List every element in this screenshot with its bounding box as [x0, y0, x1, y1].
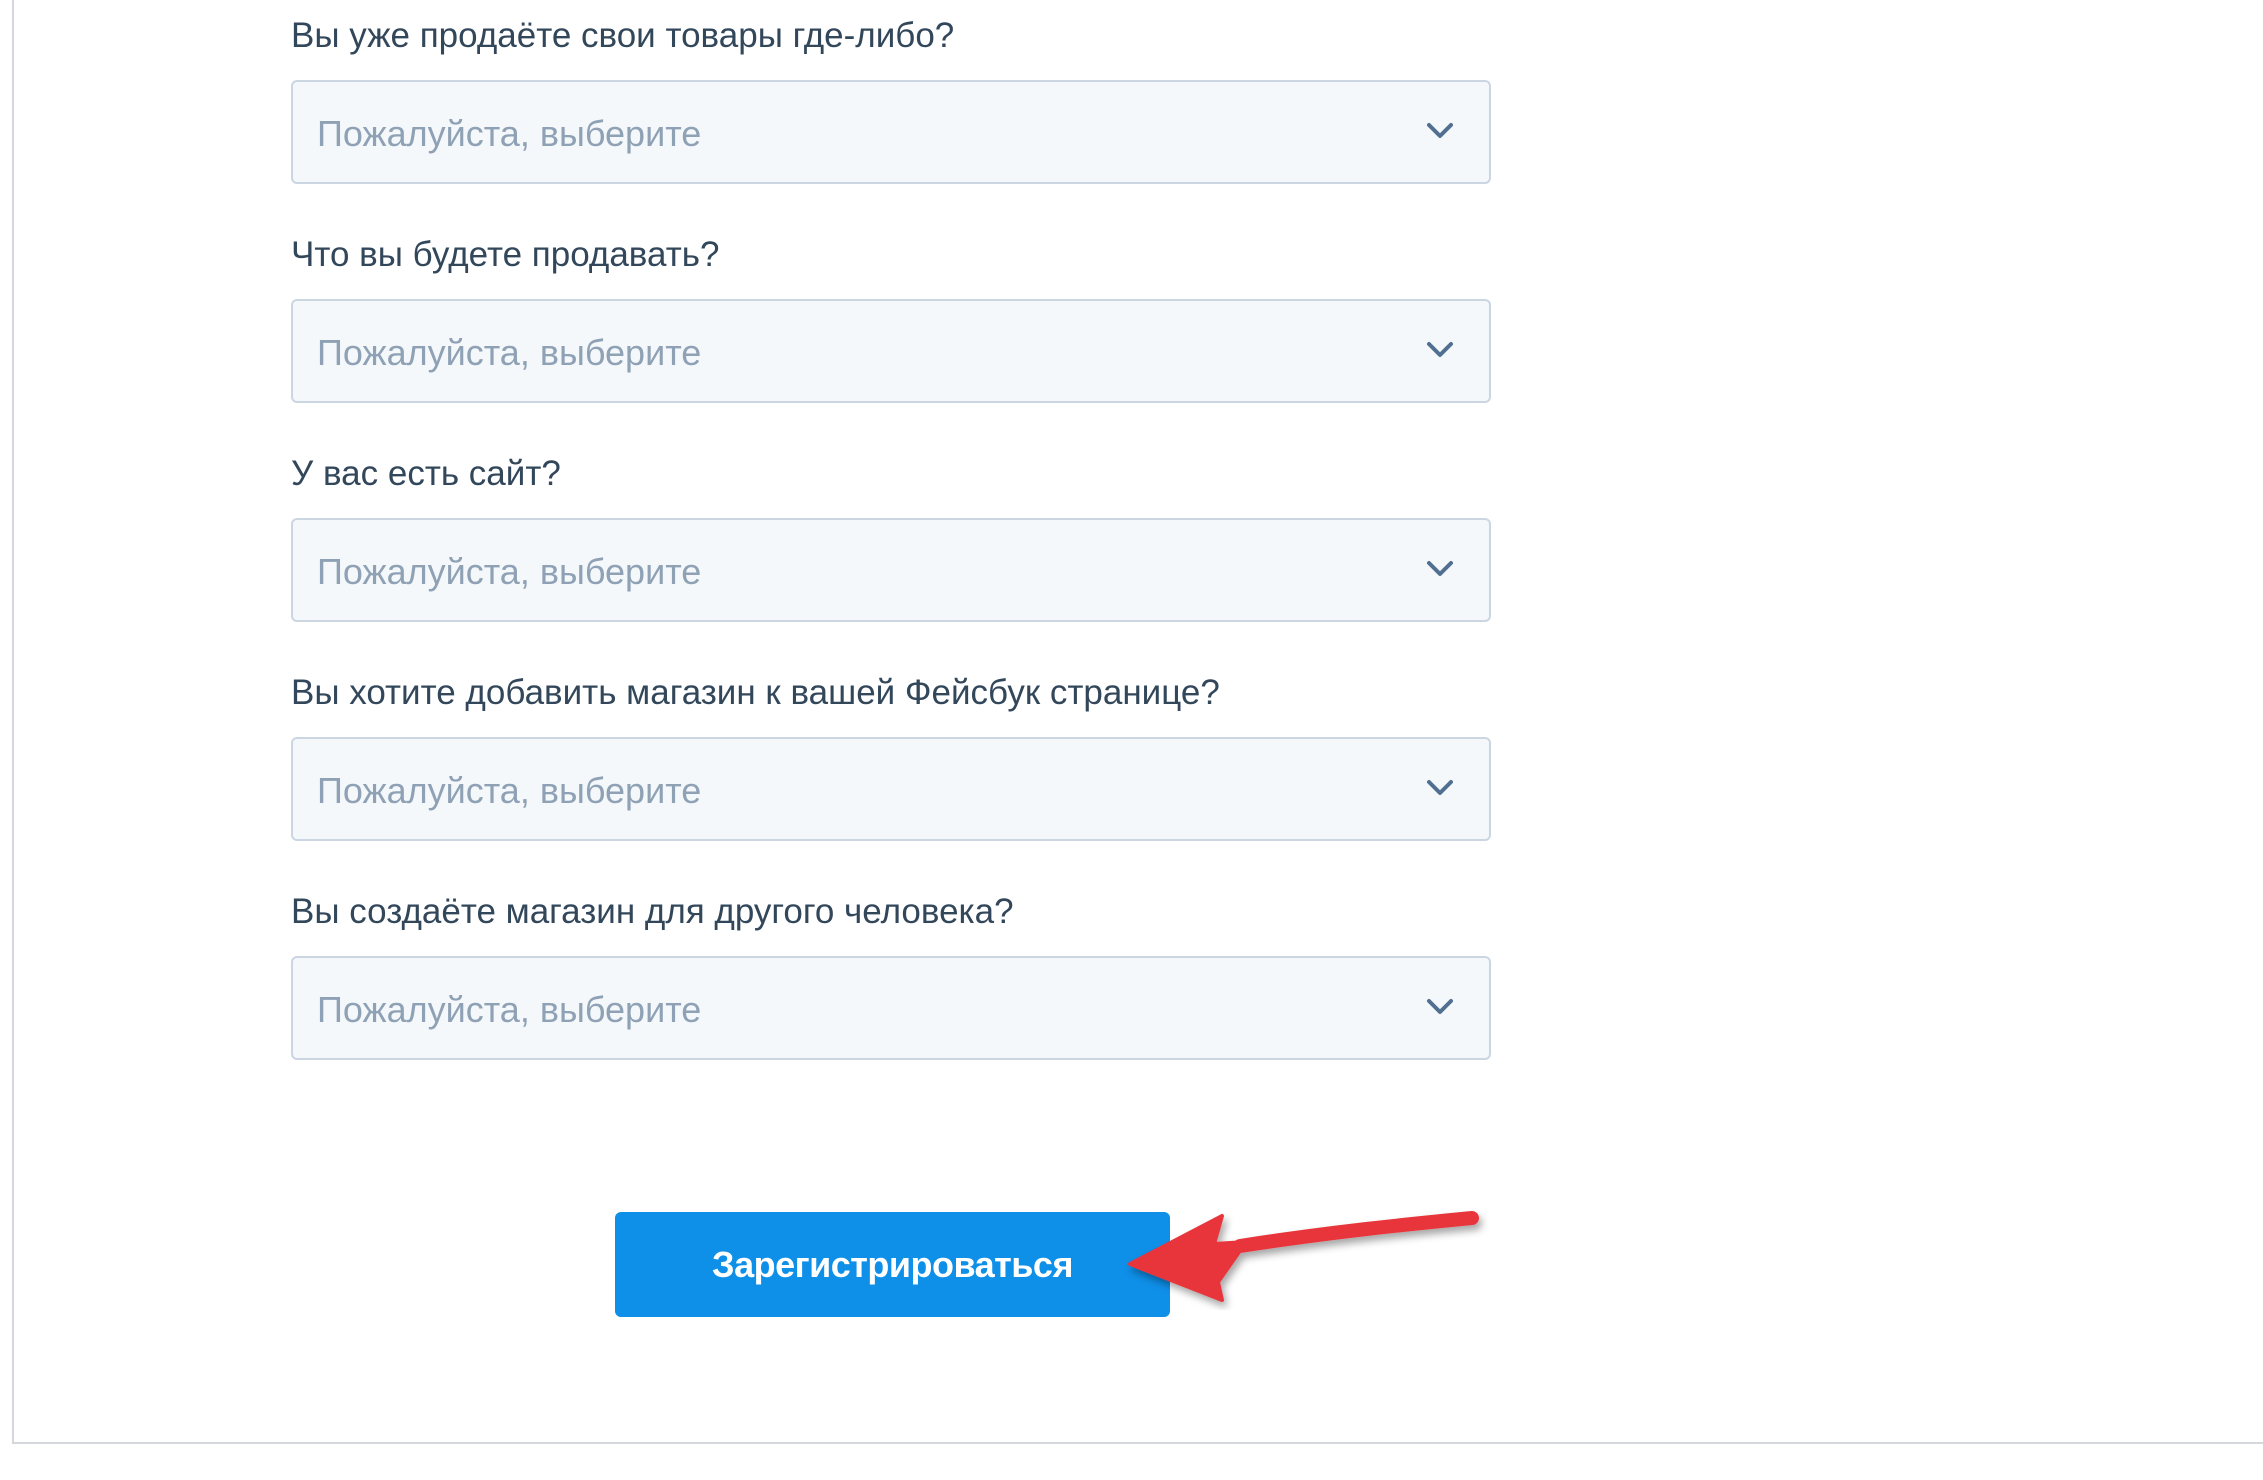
register-button[interactable]: Зарегистрироваться: [615, 1212, 1170, 1317]
select-placeholder: Пожалуйста, выберите: [317, 113, 702, 154]
chevron-down-icon: [1427, 561, 1453, 576]
field-label-has-website: У вас есть сайт?: [291, 454, 561, 493]
chevron-down-icon: [1427, 780, 1453, 795]
field-label-what-to-sell: Что вы будете продавать?: [291, 235, 720, 274]
field-label-facebook-shop: Вы хотите добавить магазин к вашей Фейсб…: [291, 673, 1220, 712]
chevron-down-icon: [1427, 999, 1453, 1014]
register-button-label: Зарегистрироваться: [712, 1243, 1073, 1285]
select-for-other-person[interactable]: Пожалуйста, выберите: [291, 956, 1491, 1060]
select-facebook-shop[interactable]: Пожалуйста, выберите: [291, 737, 1491, 841]
field-label-selling-elsewhere: Вы уже продаёте свои товары где-либо?: [291, 16, 955, 55]
select-placeholder: Пожалуйста, выберите: [317, 989, 702, 1030]
select-what-to-sell[interactable]: Пожалуйста, выберите: [291, 299, 1491, 403]
select-has-website[interactable]: Пожалуйста, выберите: [291, 518, 1491, 622]
red-arrow-icon: [1128, 1211, 1479, 1302]
select-selling-elsewhere[interactable]: Пожалуйста, выберите: [291, 80, 1491, 184]
select-placeholder: Пожалуйста, выберите: [317, 332, 702, 373]
chevron-down-icon: [1427, 123, 1453, 138]
field-label-for-other-person: Вы создаёте магазин для другого человека…: [291, 892, 1014, 931]
select-placeholder: Пожалуйста, выберите: [317, 770, 702, 811]
chevron-down-icon: [1427, 342, 1453, 357]
select-placeholder: Пожалуйста, выберите: [317, 551, 702, 592]
